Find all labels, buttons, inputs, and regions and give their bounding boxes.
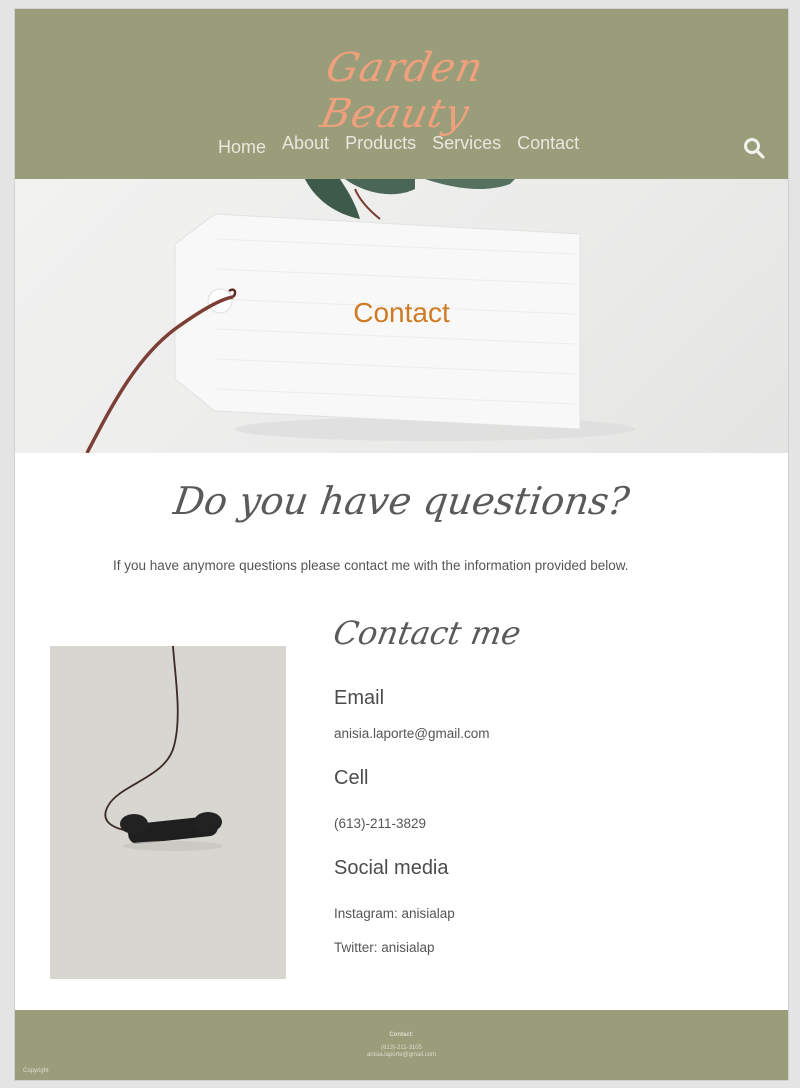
nav-about[interactable]: About [274,133,337,158]
questions-heading: Do you have questions? [170,479,633,523]
cell-value[interactable]: (613)-211-3829 [334,816,426,831]
intro-text: If you have anymore questions please con… [113,558,629,573]
site-header: Garden Beauty Home About Products Servic… [15,9,788,179]
hero-title: Contact [353,297,450,328]
nav-products[interactable]: Products [337,133,424,158]
contact-me-heading: Contact me [330,614,524,652]
nav-home[interactable]: Home [210,137,274,158]
hero-banner: Contact [15,179,788,453]
site-footer: Contact: (613)-211-3105 anisia.laporte@g… [15,1010,788,1080]
page: Garden Beauty Home About Products Servic… [15,9,788,1080]
main-nav: Home About Products Services Contact [210,133,587,158]
footer-contact-label: Contact: [389,1032,414,1038]
footer-phone: (613)-211-3105 [381,1045,422,1051]
search-icon[interactable] [743,137,765,159]
footer-copyright: Copyright [23,1068,49,1074]
nav-services[interactable]: Services [424,133,509,158]
site-logo[interactable]: Garden Beauty [275,45,525,137]
twitter-link[interactable]: Twitter: anisialap [334,940,435,955]
telephone-photo [50,646,286,979]
email-title: Email [334,687,385,709]
email-value[interactable]: anisia.laporte@gmail.com [334,726,490,741]
instagram-link[interactable]: Instagram: anisialap [334,906,455,921]
cell-title: Cell [334,767,369,789]
social-media-title: Social media [334,857,449,879]
footer-email[interactable]: anisia.laporte@gmail.com [15,1052,788,1058]
nav-contact[interactable]: Contact [509,133,587,158]
